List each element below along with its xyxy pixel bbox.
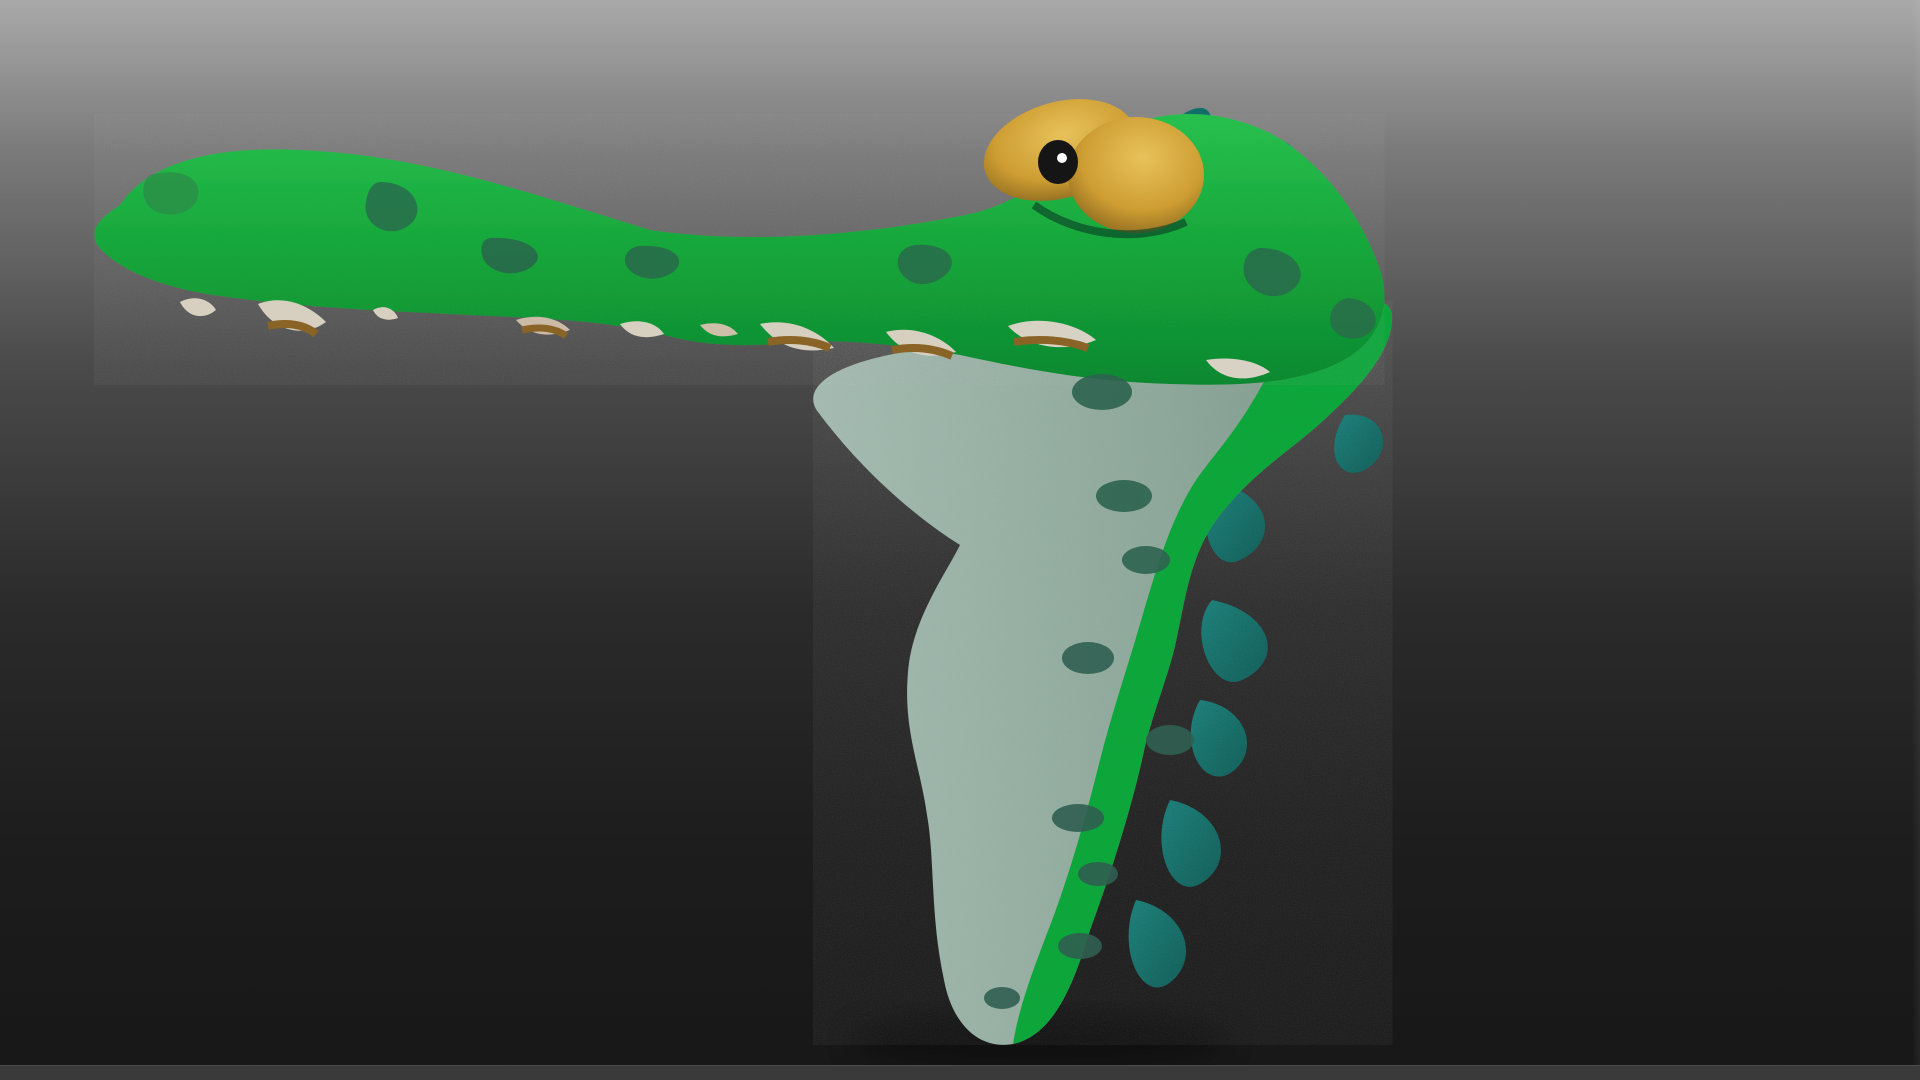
viewport-bottom-strip — [0, 1065, 1920, 1080]
body-group — [813, 300, 1393, 1045]
viewport-canvas[interactable] — [0, 0, 1920, 1080]
viewport-right-edge — [1912, 0, 1920, 1066]
crocodile-render — [94, 99, 1393, 1068]
